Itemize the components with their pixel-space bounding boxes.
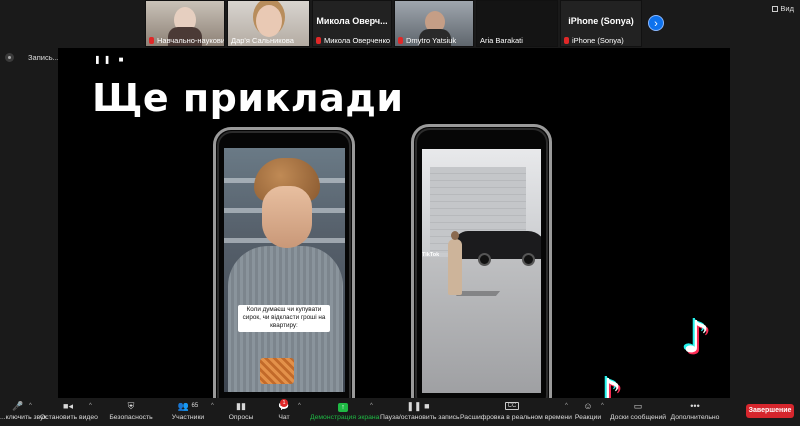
mic-off-icon: [149, 37, 154, 44]
participant-name: Микола Оверченко: [316, 36, 390, 45]
recording-label: Запись...: [28, 53, 59, 62]
transcript-options-caret[interactable]: ^: [565, 403, 568, 409]
video-caption: Коли думаєш чи купувати сирок, чи відкла…: [238, 305, 330, 332]
mic-off-icon: [564, 37, 569, 44]
mic-off-icon: [316, 37, 321, 44]
chat-label: Чат: [278, 414, 290, 421]
participant-tile[interactable]: Aria Barakati: [476, 0, 558, 47]
gallery-next-button[interactable]: ›: [648, 15, 664, 31]
grid-icon: [772, 6, 779, 12]
camera-icon: ■◂: [63, 401, 73, 411]
reactions-button[interactable]: ☺ Реакции: [574, 399, 602, 425]
live-transcript-label: Расшифровка в реальном времени: [460, 414, 572, 421]
stop-video-button[interactable]: ■◂ Остановить видео: [40, 399, 98, 425]
participant-tile[interactable]: Dmytro Yatsiuk: [394, 0, 474, 47]
security-label: Безопасность: [109, 414, 153, 421]
chat-options-caret[interactable]: ^: [298, 403, 301, 409]
mic-off-icon: [398, 37, 403, 44]
share-screen-label: Демонстрация экрана: [310, 414, 380, 421]
person-shadow: [455, 291, 501, 296]
stop-video-label: Остановить видео: [40, 414, 98, 421]
recording-indicator[interactable]: Запись...: [5, 53, 59, 65]
share-screen-icon: ↑: [310, 401, 376, 412]
slide-title: Ще приклади: [92, 76, 404, 120]
participants-options-caret[interactable]: ^: [211, 403, 214, 409]
participant-tile[interactable]: Микола Оверч... Микола Оверченко: [312, 0, 392, 47]
share-screen-button[interactable]: ↑ Демонстрация экрана: [310, 399, 380, 425]
participant-name: Dmytro Yatsiuk: [398, 36, 456, 45]
poll-icon: ▮▮: [236, 401, 246, 411]
phone-screen: TikTok: [422, 149, 541, 393]
tiktok-watermark: TikTok: [422, 252, 440, 258]
car-wheel: [478, 253, 491, 266]
participant-big-name: iPhone (Sonya): [568, 16, 634, 26]
participant-name: iPhone (Sonya): [564, 36, 624, 45]
chat-unread-badge: 1: [280, 399, 288, 407]
participants-count: 65: [191, 403, 199, 409]
polls-button[interactable]: ▮▮ Опросы: [225, 399, 257, 425]
cc-icon: CC: [460, 401, 564, 411]
video-options-caret[interactable]: ^: [89, 403, 92, 409]
whiteboards-label: Доски сообщений: [610, 414, 667, 421]
more-label: Дополнительно: [670, 414, 720, 421]
participant-name: Навчально-науковий...: [149, 36, 224, 45]
view-label: Вид: [780, 4, 794, 13]
chat-button[interactable]: 💬 1 Чат: [272, 399, 296, 425]
person-figure: [448, 231, 462, 295]
audio-options-caret[interactable]: ^: [29, 403, 32, 409]
phone-mockup-right: TikTok: [411, 124, 552, 398]
participants-button[interactable]: 👥 65 Участники: [168, 399, 208, 425]
reactions-label: Реакции: [574, 414, 602, 421]
phone-mockup-left: Коли думаєш чи купувати сирок, чи відкла…: [213, 127, 355, 398]
tiktok-logo-icon: ♪: [594, 370, 623, 398]
pause-stop-recording-button[interactable]: ❚❚ ■ Пауза/остановить запись: [380, 399, 460, 425]
end-meeting-button[interactable]: Завершение: [746, 404, 794, 418]
share-options-caret[interactable]: ^: [370, 403, 373, 409]
ground: [422, 257, 541, 393]
participant-big-name: Микола Оверч...: [316, 16, 388, 26]
more-button[interactable]: ••• Дополнительно: [670, 399, 720, 425]
snack-package: [260, 358, 294, 384]
participant-video: [256, 5, 282, 37]
participant-name: Aria Barakati: [480, 36, 523, 45]
more-icon: •••: [690, 401, 700, 411]
live-transcript-button[interactable]: CC Расшифровка в реальном времени: [460, 399, 572, 425]
polls-label: Опросы: [228, 414, 254, 421]
record-icon: [5, 53, 14, 62]
reaction-icon: ☺: [583, 401, 593, 411]
whiteboards-button[interactable]: ▭ Доски сообщений: [610, 399, 666, 425]
chevron-right-icon: ›: [654, 18, 658, 30]
whiteboard-icon: ▭: [633, 401, 643, 411]
car-wheel: [522, 253, 535, 266]
participant-tile[interactable]: Навчально-науковий...: [145, 0, 225, 47]
person-face: [262, 186, 312, 248]
shield-icon: ⛨: [127, 401, 135, 411]
participant-name: Дар'я Сальникова: [231, 36, 294, 45]
participant-tile[interactable]: iPhone (Sonya) iPhone (Sonya): [560, 0, 642, 47]
reactions-options-caret[interactable]: ^: [601, 403, 604, 409]
video-gallery-strip: Навчально-науковий... Дар'я Сальникова М…: [0, 0, 800, 48]
security-button[interactable]: ⛨ Безопасность: [108, 399, 154, 425]
participants-label: Участники: [171, 414, 205, 421]
tiktok-logo-icon: ♪: [682, 312, 711, 363]
meeting-toolbar: 🎤 ...ключить звук ^ ■◂ Остановить видео …: [0, 398, 800, 426]
phone-screen: Коли думаєш чи купувати сирок, чи відкла…: [224, 148, 345, 392]
participant-tile[interactable]: Дар'я Сальникова: [227, 0, 310, 47]
pause-stop-icon: ❚❚ ■: [406, 401, 430, 411]
pause-stop-recording-label: Пауза/остановить запись: [380, 414, 460, 421]
participants-icon: 👥 65: [177, 401, 199, 411]
shared-screen: ❚❚ ■ Ще приклади Коли думаєш чи купувати…: [58, 48, 730, 398]
slide-playback-controls[interactable]: ❚❚ ■: [94, 55, 126, 64]
view-button[interactable]: Вид: [772, 4, 794, 13]
